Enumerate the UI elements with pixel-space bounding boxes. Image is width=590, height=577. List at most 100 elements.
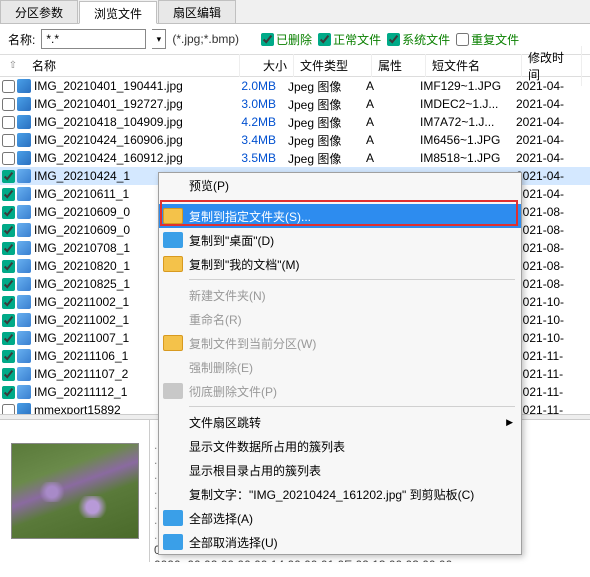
row-checkbox[interactable] xyxy=(2,242,15,255)
nav-up-icon[interactable]: ⇧ xyxy=(9,60,17,71)
file-attr: A xyxy=(360,151,414,165)
file-row[interactable]: IMG_20210418_104909.jpg4.2MBJpeg 图像AIM7A… xyxy=(0,113,590,131)
menu-label: 预览(P) xyxy=(189,177,513,194)
filter-bar: 名称: ▾ (*.jpg;*.bmp) 已删除 正常文件 系统文件 重复文件 xyxy=(0,24,590,55)
file-icon xyxy=(17,259,31,273)
menu-icon xyxy=(163,311,183,327)
menu-icon xyxy=(163,462,183,478)
row-checkbox[interactable] xyxy=(2,224,15,237)
row-checkbox[interactable] xyxy=(2,278,15,291)
col-short[interactable]: 短文件名 xyxy=(426,54,522,77)
menu-icon xyxy=(163,177,183,193)
file-short: IM7A72~1.J... xyxy=(414,115,510,129)
row-checkbox[interactable] xyxy=(2,134,15,147)
menu-item[interactable]: 全部取消选择(U) xyxy=(159,530,521,554)
menu-separator xyxy=(189,279,515,280)
file-icon xyxy=(17,169,31,183)
menu-label: 彻底删除文件(P) xyxy=(189,383,513,400)
menu-item[interactable]: 复制到指定文件夹(S)... xyxy=(159,204,521,228)
menu-item[interactable]: 全部选择(A) xyxy=(159,506,521,530)
col-size[interactable]: 大小 xyxy=(240,54,294,77)
preview-thumbnail[interactable] xyxy=(11,443,139,539)
menu-item: 复制文件到当前分区(W) xyxy=(159,331,521,355)
menu-label: 复制文件到当前分区(W) xyxy=(189,335,513,352)
tab-bar: 分区参数 浏览文件 扇区编辑 xyxy=(0,0,590,24)
row-checkbox[interactable] xyxy=(2,386,15,399)
file-row[interactable]: IMG_20210401_192727.jpg3.0MBJpeg 图像AIMDE… xyxy=(0,95,590,113)
menu-item[interactable]: 显示文件数据所占用的簇列表 xyxy=(159,434,521,458)
menu-item[interactable]: 显示根目录占用的簇列表 xyxy=(159,458,521,482)
row-checkbox[interactable] xyxy=(2,80,15,93)
chk-deleted[interactable]: 已删除 xyxy=(261,31,312,48)
row-checkbox[interactable] xyxy=(2,260,15,273)
file-size: 3.0MB xyxy=(228,97,282,111)
file-name: IMG_20210418_104909.jpg xyxy=(34,115,228,129)
folder-icon xyxy=(163,208,183,224)
menu-item[interactable]: 复制文字："IMG_20210424_161202.jpg" 到剪贴板(C) xyxy=(159,482,521,506)
row-checkbox[interactable] xyxy=(2,350,15,363)
file-type: Jpeg 图像 xyxy=(282,78,360,95)
menu-label: 复制到"桌面"(D) xyxy=(189,232,513,249)
menu-separator xyxy=(189,200,515,201)
name-filter-dropdown[interactable]: ▾ xyxy=(152,29,166,49)
file-name: IMG_20210401_192727.jpg xyxy=(34,97,228,111)
col-name[interactable]: 名称 xyxy=(26,54,240,77)
row-checkbox[interactable] xyxy=(2,116,15,129)
name-label: 名称: xyxy=(8,31,35,48)
file-icon xyxy=(17,349,31,363)
menu-icon xyxy=(163,359,183,375)
col-attr[interactable]: 属性 xyxy=(372,54,426,77)
chk-normal[interactable]: 正常文件 xyxy=(318,31,381,48)
row-checkbox[interactable] xyxy=(2,152,15,165)
file-icon xyxy=(17,187,31,201)
file-icon xyxy=(17,205,31,219)
row-checkbox[interactable] xyxy=(2,332,15,345)
tab-partition-params[interactable]: 分区参数 xyxy=(0,0,78,23)
menu-label: 强制删除(E) xyxy=(189,359,513,376)
file-name: IMG_20210424_160906.jpg xyxy=(34,133,228,147)
col-type[interactable]: 文件类型 xyxy=(294,54,372,77)
file-icon xyxy=(17,313,31,327)
chk-dup[interactable]: 重复文件 xyxy=(456,31,519,48)
column-header-row: ⇧ 名称 大小 文件类型 属性 短文件名 修改时间 xyxy=(0,55,590,77)
file-icon xyxy=(17,241,31,255)
row-checkbox[interactable] xyxy=(2,188,15,201)
file-size: 3.5MB xyxy=(228,151,282,165)
menu-separator xyxy=(189,406,515,407)
file-mod: 2021-04- xyxy=(510,115,570,129)
file-icon xyxy=(17,277,31,291)
file-row[interactable]: IMG_20210401_190441.jpg2.0MBJpeg 图像AIMF1… xyxy=(0,77,590,95)
row-checkbox[interactable] xyxy=(2,98,15,111)
file-mod: 2021-04- xyxy=(510,79,570,93)
menu-item[interactable]: 预览(P) xyxy=(159,173,521,197)
file-row[interactable]: IMG_20210424_160906.jpg3.4MBJpeg 图像AIM64… xyxy=(0,131,590,149)
tab-sector-edit[interactable]: 扇区编辑 xyxy=(158,0,236,23)
menu-item: 重命名(R) xyxy=(159,307,521,331)
file-row[interactable]: IMG_20210424_160912.jpg3.5MBJpeg 图像AIM85… xyxy=(0,149,590,167)
file-mod: 2021-04- xyxy=(510,97,570,111)
ext-hint: (*.jpg;*.bmp) xyxy=(172,32,239,46)
menu-item[interactable]: 复制到"我的文档"(M) xyxy=(159,252,521,276)
menu-item[interactable]: 复制到"桌面"(D) xyxy=(159,228,521,252)
menu-item: 强制删除(E) xyxy=(159,355,521,379)
row-checkbox[interactable] xyxy=(2,368,15,381)
row-checkbox[interactable] xyxy=(2,170,15,183)
chk-system[interactable]: 系统文件 xyxy=(387,31,450,48)
menu-icon xyxy=(163,287,183,303)
name-filter-input[interactable] xyxy=(41,29,146,49)
file-icon xyxy=(17,331,31,345)
file-icon xyxy=(17,115,31,129)
file-short: IM6456~1.JPG xyxy=(414,133,510,147)
file-attr: A xyxy=(360,79,414,93)
row-checkbox[interactable] xyxy=(2,314,15,327)
menu-label: 新建文件夹(N) xyxy=(189,287,513,304)
row-checkbox[interactable] xyxy=(2,206,15,219)
row-checkbox[interactable] xyxy=(2,296,15,309)
tab-browse-files[interactable]: 浏览文件 xyxy=(79,1,157,24)
desktop-icon xyxy=(163,232,183,248)
menu-icon xyxy=(163,438,183,454)
file-type: Jpeg 图像 xyxy=(282,96,360,113)
context-menu: 预览(P) 复制到指定文件夹(S)... 复制到"桌面"(D) 复制到"我的文档"(M… xyxy=(158,172,522,555)
menu-item[interactable]: 文件扇区跳转▶ xyxy=(159,410,521,434)
file-mod: 2021-04- xyxy=(510,133,570,147)
